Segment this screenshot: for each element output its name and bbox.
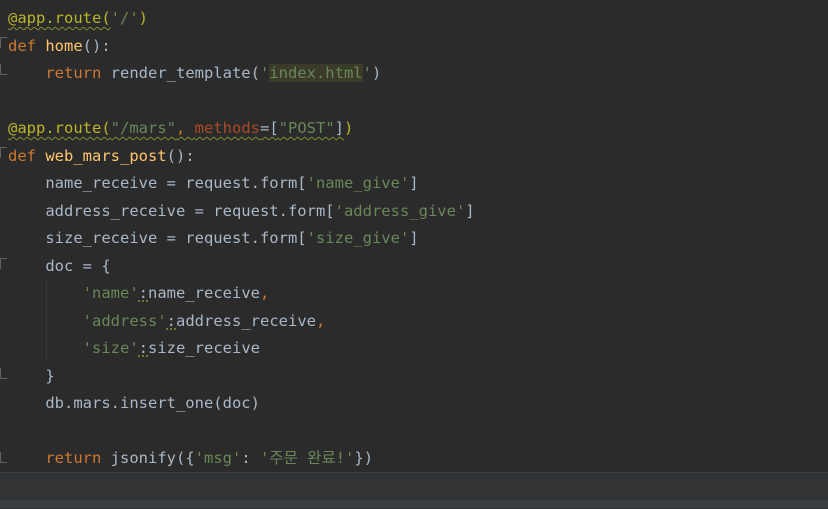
plain-token: }): [354, 449, 374, 467]
plain-token: size_receive = request.form[: [8, 229, 307, 247]
string-token: 'msg': [194, 449, 242, 467]
code-line-17[interactable]: return jsonify({'msg': '주문 완료!'}): [8, 447, 373, 469]
plain-token: }: [8, 367, 55, 385]
string-token: "/mars": [110, 119, 176, 137]
keyword-token: return: [45, 449, 102, 467]
keyword-token: ,: [315, 312, 326, 330]
parameter-token: methods: [194, 119, 260, 137]
fold-marker-icon[interactable]: [0, 258, 7, 269]
fold-marker-icon[interactable]: [0, 368, 7, 379]
plain-token: address_receive: [176, 312, 316, 330]
string-token: ': [362, 64, 372, 82]
keyword-token: ,: [259, 284, 270, 302]
code-line-7[interactable]: name_receive = request.form['name_give']: [8, 172, 419, 194]
plain-token: ): [371, 64, 382, 82]
plain-token: ]: [409, 229, 419, 247]
fold-marker-icon[interactable]: [0, 147, 7, 158]
string-token: 'address': [82, 312, 167, 330]
code-line-11[interactable]: 'name':name_receive,: [8, 282, 270, 304]
function-name-token: home: [45, 37, 83, 55]
string-token: 'size': [82, 339, 139, 357]
code-line-1[interactable]: @app.route('/'): [8, 7, 148, 29]
code-line-9[interactable]: size_receive = request.form['size_give']: [8, 227, 419, 249]
decorator-token: @app.route(: [8, 9, 111, 27]
horizontal-scrollbar[interactable]: [0, 500, 828, 508]
plain-token: ():: [82, 37, 111, 55]
keyword-token: return: [45, 64, 102, 82]
plain-token: ]: [465, 202, 475, 220]
code-line-3[interactable]: return render_template('index.html'): [8, 62, 381, 84]
string-token: 'size_give': [306, 229, 410, 247]
plain-token: ]: [334, 119, 344, 137]
string-token: '주문 완료!': [260, 449, 355, 467]
plain-token: name_receive = request.form[: [8, 174, 307, 192]
plain-token: :: [166, 312, 176, 330]
code-line-12[interactable]: 'address':address_receive,: [8, 310, 326, 332]
string-token: index.html: [269, 64, 363, 82]
plain-token: =[: [259, 119, 279, 137]
fold-marker-icon[interactable]: [0, 37, 7, 48]
fold-marker-icon[interactable]: [0, 64, 7, 75]
plain-token: db.mars.insert_one(doc): [8, 394, 260, 412]
plain-token: jsonify({: [101, 449, 195, 467]
string-token: ': [259, 64, 270, 82]
code-line-8[interactable]: address_receive = request.form['address_…: [8, 200, 475, 222]
code-line-15[interactable]: db.mars.insert_one(doc): [8, 392, 260, 414]
string-token: 'address_give': [334, 202, 466, 220]
plain-token: ]: [409, 174, 419, 192]
plain-token: doc = {: [8, 257, 111, 275]
plain-token: ():: [166, 147, 195, 165]
plain-token: :: [138, 284, 148, 302]
code-line-5[interactable]: @app.route("/mars", methods=["POST"]): [8, 117, 353, 139]
decorator-token: ): [344, 119, 354, 137]
string-token: "POST": [278, 119, 335, 137]
code-line-2[interactable]: def home():: [8, 35, 111, 57]
decorator-token: ): [138, 9, 148, 27]
plain-token: :: [138, 339, 148, 357]
string-token: 'name': [82, 284, 139, 302]
keyword-token: ,: [175, 119, 195, 137]
string-token: 'name_give': [306, 174, 410, 192]
plain-token: :: [241, 449, 260, 467]
string-token: '/': [110, 9, 139, 27]
code-line-6[interactable]: def web_mars_post():: [8, 145, 195, 167]
fold-marker-icon[interactable]: [0, 452, 7, 463]
plain-token: size_receive: [148, 339, 260, 357]
decorator-token: @app.route(: [8, 119, 111, 137]
function-name-token: web_mars_post: [45, 147, 167, 165]
keyword-token: def: [8, 37, 46, 55]
plain-token: name_receive: [148, 284, 260, 302]
code-editor[interactable]: @app.route('/') def home(): return rende…: [0, 0, 828, 472]
plain-token: address_receive = request.form[: [8, 202, 335, 220]
keyword-token: def: [8, 147, 46, 165]
code-line-14[interactable]: }: [8, 365, 55, 387]
code-line-10[interactable]: doc = {: [8, 255, 111, 277]
plain-token: render_template(: [101, 64, 260, 82]
code-line-13[interactable]: 'size':size_receive: [8, 337, 260, 359]
